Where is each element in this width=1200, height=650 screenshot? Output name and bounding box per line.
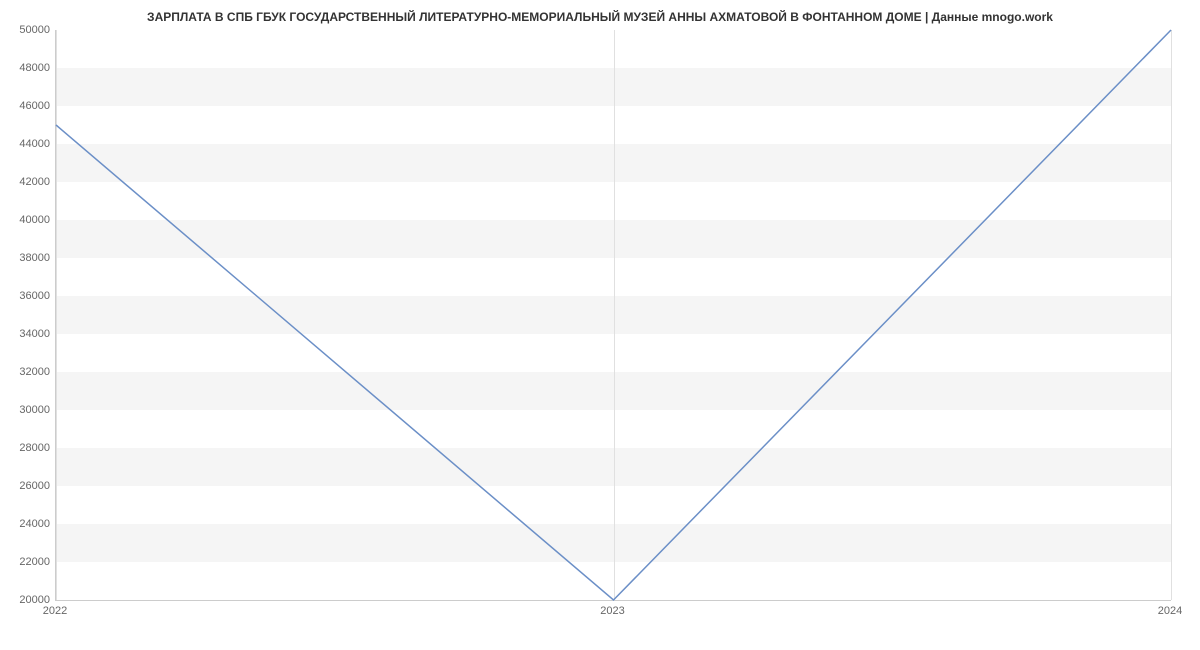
y-tick-label: 44000 (10, 138, 50, 150)
y-tick-label: 34000 (10, 328, 50, 340)
y-tick-label: 26000 (10, 480, 50, 492)
y-tick-label: 24000 (10, 518, 50, 530)
chart-title: ЗАРПЛАТА В СПБ ГБУК ГОСУДАРСТВЕННЫЙ ЛИТЕ… (0, 0, 1200, 29)
y-tick-label: 32000 (10, 366, 50, 378)
y-tick-label: 30000 (10, 404, 50, 416)
y-tick-label: 48000 (10, 62, 50, 74)
data-line (56, 30, 1171, 600)
y-tick-label: 38000 (10, 252, 50, 264)
chart-container: ЗАРПЛАТА В СПБ ГБУК ГОСУДАРСТВЕННЫЙ ЛИТЕ… (0, 0, 1200, 650)
y-tick-label: 40000 (10, 214, 50, 226)
chart-line-svg (56, 30, 1171, 600)
y-tick-label: 28000 (10, 442, 50, 454)
plot-area (55, 30, 1171, 601)
x-grid-line (1171, 30, 1172, 600)
x-tick-label: 2024 (1158, 605, 1182, 617)
y-tick-label: 36000 (10, 290, 50, 302)
y-tick-label: 42000 (10, 176, 50, 188)
y-tick-label: 22000 (10, 556, 50, 568)
x-tick-label: 2023 (600, 605, 624, 617)
y-tick-label: 50000 (10, 24, 50, 36)
x-tick-label: 2022 (43, 605, 67, 617)
y-tick-label: 46000 (10, 100, 50, 112)
